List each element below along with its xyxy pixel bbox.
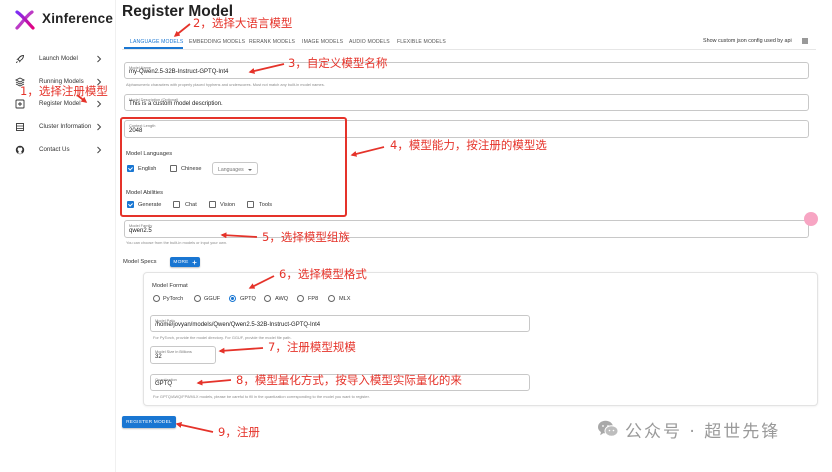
app-window: Xinference Launch Model Running Models R… <box>0 0 832 472</box>
model-path-input[interactable]: /home/jovyan/models/Qwen/Qwen2.5-32B-Ins… <box>155 322 320 328</box>
sidebar-item-label: Register Model <box>39 100 81 107</box>
tab-audio-models[interactable]: AUDIO MODELS <box>349 39 390 45</box>
sidebar-item-contact-us[interactable]: Contact Us <box>0 142 116 158</box>
sidebar-item-label: Launch Model <box>39 55 78 62</box>
format-label-awq: AWQ <box>275 295 289 302</box>
register-model-button[interactable]: REGISTER MODEL <box>122 416 176 428</box>
server-icon <box>16 123 24 131</box>
more-specs-button[interactable]: MORE <box>170 257 200 267</box>
model-name-input[interactable]: my-Qwen2.5-32B-Instruct-GPTQ-Int4 <box>129 69 228 75</box>
chevron-right-icon <box>97 100 102 108</box>
annotation-6: 6，选择模型格式 <box>279 267 367 281</box>
model-description-input[interactable]: This is a custom model description. <box>129 101 223 107</box>
model-size-field[interactable]: Model Size in Billions 32 <box>150 346 216 364</box>
format-radio-fp8[interactable] <box>297 295 304 302</box>
model-name-helper: Alphanumeric characters with properly pl… <box>126 82 325 87</box>
tab-language-models[interactable]: LANGUAGE MODELS <box>130 39 183 45</box>
tab-flexible-models[interactable]: FLEXIBLE MODELS <box>397 39 446 45</box>
format-radio-gguf[interactable] <box>194 295 201 302</box>
format-label-pytorch: PyTorch <box>163 295 184 302</box>
annotation-8: 8，模型量化方式，按导入模型实际量化的来 <box>236 373 462 387</box>
tab-image-models[interactable]: IMAGE MODELS <box>302 39 343 45</box>
more-button-label: MORE <box>173 259 189 265</box>
tab-rerank-models[interactable]: RERANK MODELS <box>249 39 295 45</box>
watermark: 公众号 · 超世先锋 <box>597 418 781 442</box>
format-radio-pytorch[interactable] <box>153 295 160 302</box>
json-config-toggle-label[interactable]: Show custom json config used by api <box>703 38 792 44</box>
chevron-right-icon <box>97 146 102 154</box>
sidebar-item-cluster-information[interactable]: Cluster Information <box>0 119 116 135</box>
annotation-arrow-2 <box>173 23 191 37</box>
format-label-fp8: FP8 <box>308 295 319 302</box>
app-name: Xinference <box>42 11 114 26</box>
sidebar: Xinference Launch Model Running Models R… <box>0 0 116 472</box>
model-family-input[interactable]: qwen2.5 <box>129 228 152 234</box>
floating-action-button[interactable] <box>804 212 818 226</box>
format-radio-gptq[interactable] <box>229 295 236 302</box>
format-radio-mlx[interactable] <box>328 295 335 302</box>
annotation-1: 1，选择注册模型 <box>20 84 108 98</box>
model-specs-title: Model Specs <box>123 259 157 265</box>
model-size-input[interactable]: 32 <box>155 354 162 360</box>
annotation-5: 5，选择模型组族 <box>262 230 350 244</box>
chevron-right-icon <box>97 55 102 63</box>
quantization-input[interactable]: GPTQ <box>155 381 172 387</box>
plus-square-icon <box>15 99 25 109</box>
model-name-field[interactable]: Model Name my-Qwen2.5-32B-Instruct-GPTQ-… <box>124 62 809 79</box>
annotation-2: 2，选择大语言模型 <box>193 16 293 30</box>
rocket-icon <box>15 55 24 64</box>
annotation-4: 4，模型能力，按注册的模型选 <box>390 138 547 152</box>
model-description-field[interactable]: Model Description (Optional) This is a c… <box>124 94 809 111</box>
xinference-logo[interactable] <box>14 10 36 30</box>
model-path-field[interactable]: Model Path /home/jovyan/models/Qwen/Qwen… <box>150 315 530 332</box>
format-radio-awq[interactable] <box>264 295 271 302</box>
annotation-9: 9，注册 <box>218 425 260 439</box>
quantization-helper: For GPTQ/AWQ/FP8/MLX models, please be c… <box>153 394 370 399</box>
annotation-arrow-4 <box>350 146 385 157</box>
menu-icon[interactable] <box>801 37 809 45</box>
model-format-title: Model Format <box>152 283 188 289</box>
watermark-text: 公众号 · 超世先锋 <box>625 421 781 442</box>
format-label-gguf: GGUF <box>204 295 221 302</box>
tab-embedding-models[interactable]: EMBEDDING MODELS <box>189 39 245 45</box>
format-label-gptq: GPTQ <box>240 295 256 302</box>
format-label-mlx: MLX <box>339 295 351 302</box>
annotation-7: 7，注册模型规模 <box>268 340 356 354</box>
model-family-helper: You can choose from the built-in models … <box>126 240 228 245</box>
wechat-icon <box>598 420 619 437</box>
sidebar-item-launch-model[interactable]: Launch Model <box>0 51 116 67</box>
model-family-field[interactable]: Model Family qwen2.5 <box>124 220 809 238</box>
chevron-right-icon <box>97 123 102 131</box>
github-icon <box>15 145 25 155</box>
annotation-arrow-9 <box>175 422 214 433</box>
annotation-highlight-box <box>120 117 347 217</box>
plus-icon <box>192 260 197 264</box>
sidebar-item-label: Cluster Information <box>39 123 92 130</box>
tabs-divider <box>122 49 816 50</box>
sidebar-item-label: Contact Us <box>39 146 70 153</box>
annotation-3: 3，自定义模型名称 <box>288 56 388 70</box>
